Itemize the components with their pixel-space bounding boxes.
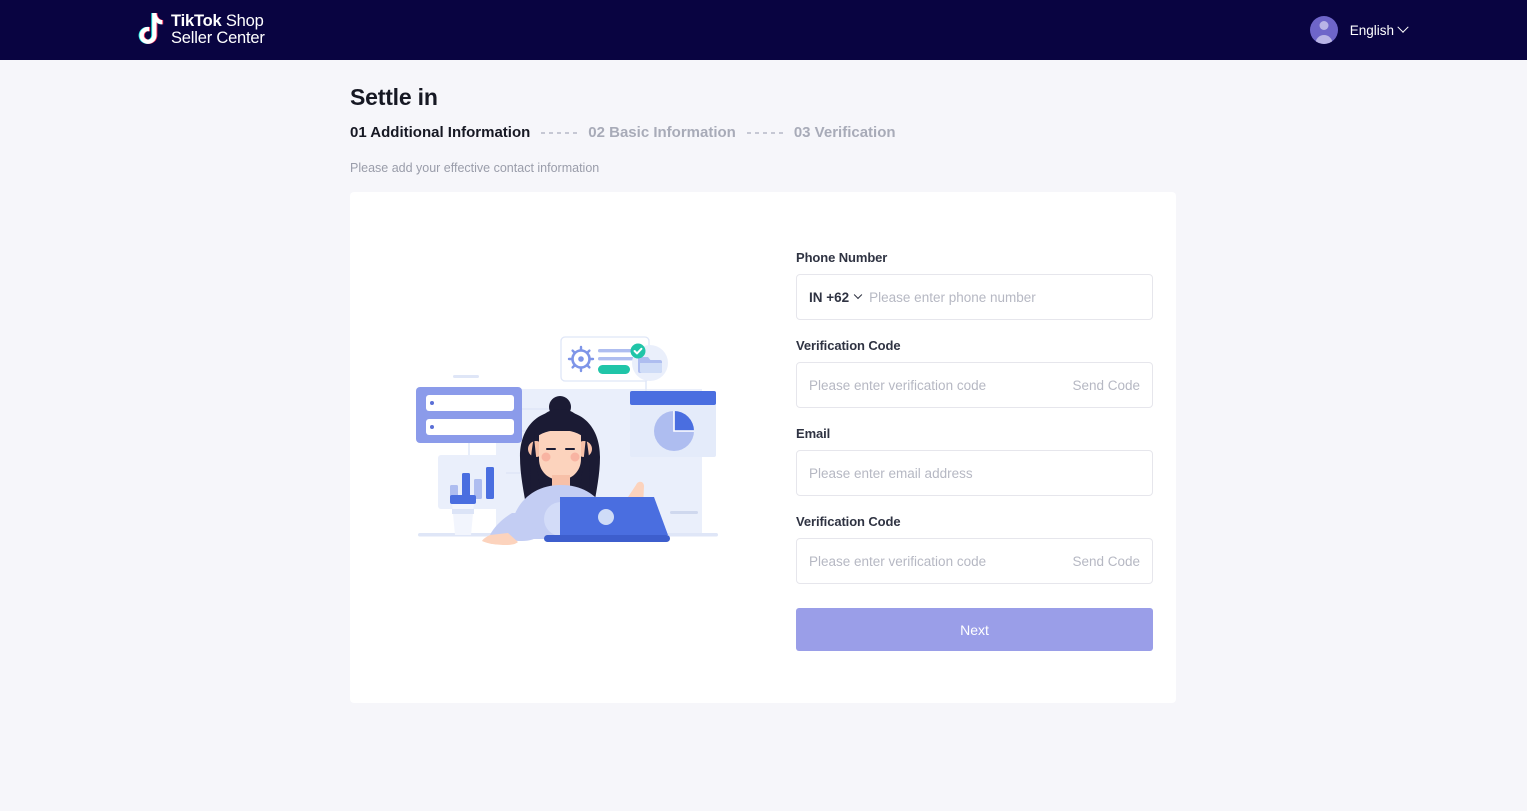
phone-number-input-box[interactable]: IN +62 — [796, 274, 1153, 320]
step-indicator: 01 Additional Information 02 Basic Infor… — [350, 124, 1527, 141]
email-verification-code-input[interactable] — [809, 553, 1063, 569]
phone-verification-code-input[interactable] — [809, 377, 1063, 393]
language-label: English — [1349, 22, 1394, 38]
woman-at-laptop-dashboard-illustration — [416, 335, 718, 545]
step-item-01[interactable]: 01 Additional Information — [350, 124, 530, 141]
brand-name-bold: TikTok — [171, 11, 222, 30]
phone-verification-code-input-box[interactable]: Send Code — [796, 362, 1153, 408]
step-item-02[interactable]: 02 Basic Information — [588, 124, 736, 141]
phone-send-code-button[interactable]: Send Code — [1062, 378, 1140, 393]
settle-in-card: Phone Number IN +62 Verification Code Se… — [350, 192, 1176, 703]
contact-form: Phone Number IN +62 Verification Code Se… — [796, 244, 1153, 651]
country-code-selector[interactable]: IN +62 — [809, 290, 869, 305]
email-field: Email — [796, 426, 1153, 496]
email-input-box[interactable] — [796, 450, 1153, 496]
email-label: Email — [796, 426, 831, 441]
email-verification-code-input-box[interactable]: Send Code — [796, 538, 1153, 584]
brand-name-light: Shop — [225, 11, 264, 30]
tiktok-note-icon — [138, 13, 164, 47]
page-subtitle: Please add your effective contact inform… — [350, 161, 600, 175]
phone-verification-code-field: Verification Code Send Code — [796, 338, 1153, 408]
brand-subname: Seller Center — [171, 29, 265, 47]
brand-logo[interactable]: TikTok Shop Seller Center — [138, 11, 265, 48]
gear-icon — [567, 345, 595, 372]
next-button[interactable]: Next — [796, 608, 1153, 651]
phone-number-field: Phone Number IN +62 — [796, 250, 1153, 320]
country-code-label: IN +62 — [809, 289, 850, 305]
app-header: TikTok Shop Seller Center English — [0, 0, 1527, 60]
step-separator — [541, 131, 578, 134]
page-title: Settle in — [350, 84, 438, 110]
phone-number-input[interactable] — [869, 289, 1140, 305]
phone-number-label: Phone Number — [796, 250, 888, 265]
step-separator — [746, 131, 783, 134]
email-verification-code-label: Verification Code — [796, 514, 901, 529]
email-verification-code-field: Verification Code Send Code — [796, 514, 1153, 584]
step-item-03[interactable]: 03 Verification — [794, 124, 896, 141]
brand-wordmark: TikTok Shop Seller Center — [171, 11, 265, 48]
language-selector[interactable]: English — [1349, 21, 1409, 38]
page-body: Settle in 01 Additional Information 02 B… — [0, 84, 1527, 703]
header-right-group: English — [1309, 16, 1409, 44]
chevron-down-icon — [1397, 21, 1409, 33]
phone-verification-code-label: Verification Code — [796, 338, 901, 353]
illustration-panel — [350, 319, 796, 577]
user-avatar-icon[interactable] — [1309, 16, 1338, 44]
chevron-down-icon — [853, 290, 863, 300]
email-input[interactable] — [809, 465, 1140, 481]
email-send-code-button[interactable]: Send Code — [1062, 554, 1140, 569]
